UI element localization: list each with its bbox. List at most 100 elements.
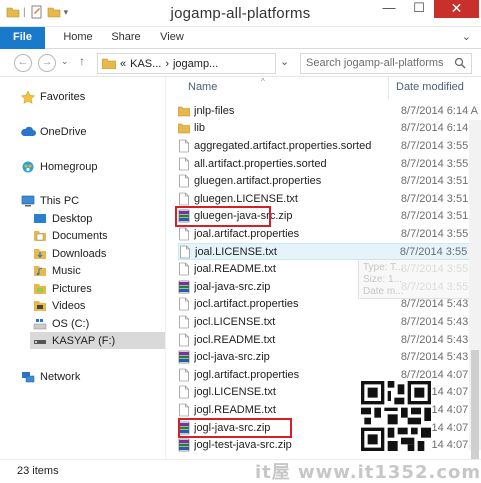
up-button[interactable]: ↑ bbox=[79, 54, 85, 68]
file-row[interactable]: jocl.LICENSE.txt 8/7/2014 5:43 A bbox=[178, 313, 478, 331]
folder-icon bbox=[178, 124, 190, 134]
file-row[interactable]: aggregated.artifact.properties.sorted 8/7… bbox=[178, 137, 478, 155]
homegroup-icon bbox=[22, 161, 34, 172]
document-icon bbox=[179, 262, 189, 276]
nav-item-documents[interactable]: Documents bbox=[32, 227, 108, 244]
search-input[interactable]: Search jogamp-all-platforms bbox=[300, 53, 472, 74]
nav-label: KASYAP (F:) bbox=[52, 334, 116, 347]
drive-windows-icon bbox=[33, 318, 47, 329]
nav-item-pictures[interactable]: Pictures bbox=[32, 280, 92, 297]
zip-archive-icon bbox=[178, 438, 190, 452]
videos-icon bbox=[34, 300, 46, 311]
maximize-button[interactable]: ☐ bbox=[405, 0, 433, 18]
nav-item-music[interactable]: Music bbox=[32, 262, 81, 279]
nav-item-onedrive[interactable]: OneDrive bbox=[20, 123, 86, 140]
file-date-modified: 8/7/2014 5:43 A bbox=[400, 315, 478, 328]
column-separator[interactable] bbox=[388, 77, 389, 99]
address-dropdown-chevron-icon[interactable]: ⌄ bbox=[280, 55, 289, 68]
column-header-name[interactable]: Name bbox=[188, 81, 217, 99]
file-name: gluegen.artifact.properties bbox=[194, 175, 322, 188]
title-bar: | ▾ jogamp-all-platforms — ☐ ✕ bbox=[0, 0, 481, 27]
file-row[interactable]: jogl.LICENSE.txt 8/7/2014 4:07 A bbox=[178, 384, 478, 402]
file-row[interactable]: lib 8/7/2014 6:14 A bbox=[178, 120, 478, 138]
nav-item-videos[interactable]: Videos bbox=[32, 297, 85, 314]
file-date-modified: 8/7/2014 5:43 A bbox=[400, 351, 478, 364]
file-row[interactable]: jocl.README.txt 8/7/2014 5:43 A bbox=[178, 331, 478, 349]
navigation-pane: Favorites OneDrive Homegroup This PC Des… bbox=[0, 77, 166, 459]
nav-label: Favorites bbox=[40, 90, 86, 103]
breadcrumb-jogamp[interactable]: jogamp... bbox=[173, 58, 218, 70]
file-date-modified: 8/7/2014 6:14 A bbox=[400, 104, 478, 117]
folder-icon bbox=[178, 106, 190, 117]
downloads-icon bbox=[34, 248, 46, 259]
music-icon bbox=[34, 265, 46, 276]
document-icon bbox=[179, 368, 189, 382]
search-icon bbox=[454, 57, 466, 69]
forward-button[interactable]: → bbox=[38, 54, 56, 72]
vertical-scrollbar[interactable] bbox=[469, 120, 481, 483]
file-row[interactable]: joal.artifact.properties 8/7/2014 3:55 A bbox=[178, 225, 478, 243]
nav-label: Pictures bbox=[52, 282, 92, 295]
star-icon bbox=[20, 89, 36, 104]
file-row[interactable]: jocl-java-src.zip 8/7/2014 5:43 A bbox=[178, 348, 478, 366]
file-name: joal.LICENSE.txt bbox=[195, 245, 277, 258]
tab-view[interactable]: View bbox=[155, 27, 189, 49]
file-row[interactable]: jogl.artifact.properties 8/7/2014 4:07 A bbox=[178, 366, 478, 384]
file-name: joal.artifact.properties bbox=[194, 227, 300, 240]
nav-item-this-pc[interactable]: This PC bbox=[20, 192, 79, 209]
documents-icon bbox=[34, 230, 46, 241]
file-date-modified: 8/7/2014 3:55 A bbox=[400, 227, 478, 240]
nav-item-network[interactable]: Network bbox=[20, 368, 80, 385]
file-date-modified: 8/7/2014 3:55 A bbox=[399, 245, 477, 258]
file-row[interactable]: gluegen.LICENSE.txt 8/7/2014 3:51 A bbox=[178, 190, 478, 208]
nav-item-downloads[interactable]: Downloads bbox=[32, 245, 106, 262]
column-header-date-modified[interactable]: Date modified bbox=[396, 81, 464, 99]
document-icon bbox=[179, 174, 189, 188]
document-icon bbox=[179, 139, 189, 153]
nav-item-favorites[interactable]: Favorites bbox=[20, 88, 85, 105]
file-row[interactable]: gluegen.artifact.properties 8/7/2014 3:51… bbox=[178, 172, 478, 190]
file-date-modified: 8/7/2014 3:51 A bbox=[400, 210, 478, 223]
nav-label: OS (C:) bbox=[52, 317, 90, 330]
file-name: lib bbox=[194, 122, 206, 135]
close-button[interactable]: ✕ bbox=[434, 0, 479, 18]
nav-label: Music bbox=[52, 264, 81, 277]
document-icon bbox=[179, 386, 189, 399]
expand-ribbon-chevron-icon[interactable]: ⌄ bbox=[462, 30, 471, 43]
nav-item-kasyap[interactable]: KASYAP (F:) bbox=[30, 332, 165, 349]
file-row[interactable]: jogl-test-java-src.zip 8/7/2014 4:07 A bbox=[178, 436, 478, 454]
nav-label: Homegroup bbox=[40, 160, 98, 173]
breadcrumb-overflow[interactable]: « bbox=[120, 58, 126, 70]
pictures-icon bbox=[34, 283, 46, 294]
recent-locations-chevron-icon[interactable]: ⌄ bbox=[61, 56, 69, 67]
tab-file[interactable]: File bbox=[0, 27, 45, 49]
breadcrumb-kasyap[interactable]: KAS... bbox=[130, 58, 161, 70]
file-row[interactable]: jogl.README.txt 8/7/2014 4:07 A bbox=[178, 401, 478, 419]
folder-icon bbox=[102, 58, 116, 69]
tab-home[interactable]: Home bbox=[58, 27, 98, 49]
file-row[interactable]: joal.LICENSE.txt 8/7/2014 3:55 A bbox=[178, 242, 478, 261]
desktop-icon bbox=[34, 213, 46, 223]
back-button[interactable]: ← bbox=[14, 54, 32, 72]
file-row[interactable]: all.artifact.properties.sorted 8/7/2014 3… bbox=[178, 155, 478, 173]
ribbon-tabs: File Home Share View ⌄ bbox=[0, 27, 481, 49]
usb-drive-icon bbox=[34, 339, 46, 344]
breadcrumb-separator[interactable]: › bbox=[165, 58, 169, 70]
file-name: gluegen.LICENSE.txt bbox=[194, 192, 298, 205]
nav-item-os-c[interactable]: OS (C:) bbox=[32, 315, 89, 332]
nav-label: This PC bbox=[40, 194, 80, 207]
item-count: 23 items bbox=[17, 465, 59, 477]
nav-item-homegroup[interactable]: Homegroup bbox=[20, 158, 97, 175]
nav-item-desktop[interactable]: Desktop bbox=[32, 210, 92, 227]
tab-share[interactable]: Share bbox=[108, 27, 144, 49]
nav-label: Network bbox=[40, 370, 81, 383]
address-row: ← → ⌄ ↑ « KAS... › jogamp... ⌄ Search jo… bbox=[0, 49, 481, 77]
document-icon bbox=[180, 245, 190, 258]
file-row[interactable]: jnlp-files 8/7/2014 6:14 A bbox=[178, 102, 478, 120]
minimize-button[interactable]: — bbox=[375, 0, 403, 18]
file-tooltip: Type: T... Size: 1... Date m... bbox=[358, 259, 478, 299]
address-bar[interactable]: « KAS... › jogamp... bbox=[97, 53, 276, 74]
file-date-modified: 8/7/2014 3:55 A bbox=[400, 139, 478, 152]
document-icon bbox=[179, 227, 189, 241]
nav-label: Desktop bbox=[52, 212, 93, 225]
